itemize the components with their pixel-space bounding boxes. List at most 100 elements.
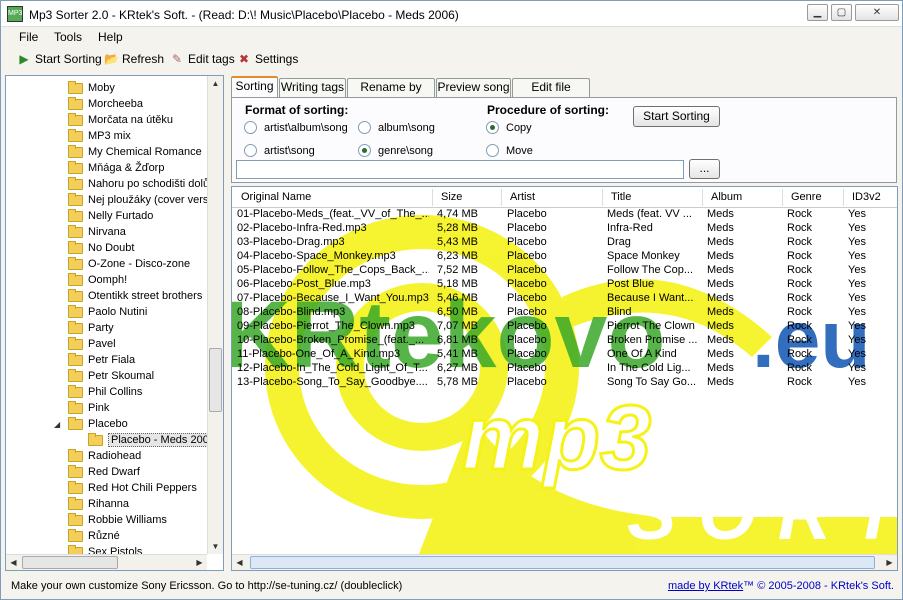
format-radio-album-song[interactable]: album\song xyxy=(358,121,435,134)
column-header-album[interactable]: Album xyxy=(711,191,742,203)
table-row[interactable]: 06-Placebo-Post_Blue.mp3 5,18 MB Placebo Po… xyxy=(232,278,897,292)
tree-item[interactable]: Nahoru po schodišti dolů xyxy=(68,176,209,192)
column-header-artist[interactable]: Artist xyxy=(510,191,535,203)
tab-edit-file-names[interactable]: Edit file names xyxy=(512,78,590,111)
browse-button[interactable]: ... xyxy=(689,159,720,179)
menu-file[interactable]: File xyxy=(19,30,38,44)
tab-writing-tags[interactable]: Writing tags xyxy=(279,78,346,97)
file-list[interactable]: KRtekovo .eu mp3 SORT Original Name Size… xyxy=(231,186,898,571)
tree-item[interactable]: Rihanna xyxy=(68,496,129,512)
file-list-horizontal-scrollbar[interactable]: ◀ ▶ xyxy=(232,554,897,570)
table-row[interactable]: 11-Placebo-One_Of_A_Kind.mp3 5,41 MB Place… xyxy=(232,348,897,362)
tree-item[interactable]: Pink xyxy=(68,400,109,416)
column-header-original-name[interactable]: Original Name xyxy=(241,191,311,203)
tree-item[interactable]: Phil Collins xyxy=(68,384,142,400)
table-row[interactable]: 12-Placebo-In_The_Cold_Light_Of_T... 6,27… xyxy=(232,362,897,376)
column-divider[interactable] xyxy=(602,189,603,206)
tab-preview-song[interactable]: Preview song xyxy=(436,78,511,97)
tree-item-selected[interactable]: Placebo - Meds 2006 xyxy=(88,432,218,448)
scroll-left-icon[interactable]: ◀ xyxy=(6,555,21,570)
column-divider[interactable] xyxy=(782,189,783,206)
tree-item[interactable]: Pavel xyxy=(68,336,116,352)
tree-item[interactable]: Morcheeba xyxy=(68,96,143,112)
tree-item[interactable]: MP3 mix xyxy=(68,128,131,144)
scroll-thumb[interactable] xyxy=(22,556,118,569)
tab-rename-by-tags[interactable]: Rename by tags xyxy=(347,78,435,111)
table-row[interactable]: 07-Placebo-Because_I_Want_You.mp3 5,46 MB… xyxy=(232,292,897,306)
cell-album: Meds xyxy=(707,320,734,332)
table-row[interactable]: 05-Placebo-Follow_The_Cops_Back_... 7,52 … xyxy=(232,264,897,278)
tree-item[interactable]: Různé xyxy=(68,528,120,544)
column-divider[interactable] xyxy=(702,189,703,206)
scroll-up-icon[interactable]: ▲ xyxy=(208,76,223,91)
tree-item[interactable]: Red Hot Chili Peppers xyxy=(68,480,197,496)
format-radio-genre-song[interactable]: genre\song xyxy=(358,144,433,157)
scroll-thumb[interactable] xyxy=(209,348,222,412)
column-header-id3v2[interactable]: ID3v2 xyxy=(852,191,881,203)
tree-item[interactable]: My Chemical Romance xyxy=(68,144,202,160)
tree-item[interactable]: Red Dwarf xyxy=(68,464,140,480)
maximize-button[interactable]: ▢ xyxy=(831,4,852,21)
tree-item[interactable]: Nej ploužáky (cover vers xyxy=(68,192,208,208)
column-divider[interactable] xyxy=(501,189,502,206)
tree-item[interactable]: Nirvana xyxy=(68,224,126,240)
tree-item[interactable]: Moby xyxy=(68,80,115,96)
scroll-left-icon[interactable]: ◀ xyxy=(232,555,247,570)
tree-item[interactable]: Robbie Williams xyxy=(68,512,167,528)
column-header-genre[interactable]: Genre xyxy=(791,191,822,203)
destination-path-input[interactable] xyxy=(236,160,684,179)
menu-tools[interactable]: Tools xyxy=(54,30,82,44)
table-row[interactable]: 08-Placebo-Blind.mp3 6,50 MB Placebo Blind M… xyxy=(232,306,897,320)
close-button[interactable]: ✕ xyxy=(855,4,899,21)
table-row[interactable]: 02-Placebo-Infra-Red.mp3 5,28 MB Placebo In… xyxy=(232,222,897,236)
tree-vertical-scrollbar[interactable]: ▲ ▼ xyxy=(207,76,223,554)
author-link[interactable]: made by KRtek xyxy=(668,580,743,592)
status-message[interactable]: Make your own customize Sony Ericsson. G… xyxy=(11,580,402,592)
column-divider[interactable] xyxy=(432,189,433,206)
minimize-button[interactable]: ▁ xyxy=(807,4,828,21)
format-radio-artist-song[interactable]: artist\song xyxy=(244,144,315,157)
table-row[interactable]: 01-Placebo-Meds_(feat._VV_of_The_... 4,74… xyxy=(232,208,897,222)
edit-tags-button[interactable]: ✎ Edit tags xyxy=(170,52,235,66)
tree-item[interactable]: Morčata na útěku xyxy=(68,112,173,128)
tree-collapse-icon[interactable]: ◢ xyxy=(54,420,60,429)
tree-item[interactable]: O-Zone - Disco-zone xyxy=(68,256,190,272)
table-row[interactable]: 13-Placebo-Song_To_Say_Goodbye.... 5,78 M… xyxy=(232,376,897,390)
tree-item[interactable]: Party xyxy=(68,320,114,336)
tree-item[interactable]: Otentikk street brothers xyxy=(68,288,202,304)
column-header-title[interactable]: Title xyxy=(611,191,631,203)
cell-original-name: 07-Placebo-Because_I_Want_You.mp3 xyxy=(237,292,429,304)
cell-title: One Of A Kind xyxy=(607,348,677,360)
tree-item[interactable]: Nelly Furtado xyxy=(68,208,153,224)
scroll-thumb[interactable] xyxy=(250,556,875,569)
table-row[interactable]: 09-Placebo-Pierrot_The_Clown.mp3 7,07 MB P… xyxy=(232,320,897,334)
start-sorting-toolbar-button[interactable]: ▶ Start Sorting xyxy=(17,52,101,66)
tree-item[interactable]: Petr Skoumal xyxy=(68,368,154,384)
tree-horizontal-scrollbar[interactable]: ◀ ▶ xyxy=(6,554,207,570)
tree-item[interactable]: Petr Fiala xyxy=(68,352,135,368)
table-row[interactable]: 03-Placebo-Drag.mp3 5,43 MB Placebo Drag Med… xyxy=(232,236,897,250)
folder-tree[interactable]: Moby Morcheeba Morčata na útěku MP3 mix My C… xyxy=(5,75,224,571)
refresh-button[interactable]: 📂 Refresh xyxy=(104,52,164,66)
scroll-down-icon[interactable]: ▼ xyxy=(208,539,223,554)
column-divider[interactable] xyxy=(843,189,844,206)
tree-item[interactable]: Radiohead xyxy=(68,448,141,464)
menu-help[interactable]: Help xyxy=(98,30,123,44)
settings-button[interactable]: ✖ Settings xyxy=(237,52,298,66)
tab-sorting[interactable]: Sorting xyxy=(231,76,278,98)
play-icon: ▶ xyxy=(19,52,29,66)
start-sorting-button[interactable]: Start Sorting xyxy=(633,106,720,127)
tree-item[interactable]: No Doubt xyxy=(68,240,134,256)
table-row[interactable]: 10-Placebo-Broken_Promise_(feat._... 6,81… xyxy=(232,334,897,348)
tree-item[interactable]: ◢ Placebo xyxy=(54,416,128,432)
table-row[interactable]: 04-Placebo-Space_Monkey.mp3 6,23 MB Placeb… xyxy=(232,250,897,264)
scroll-right-icon[interactable]: ▶ xyxy=(882,555,897,570)
tree-item[interactable]: Oomph! xyxy=(68,272,127,288)
tree-item[interactable]: Paolo Nutini xyxy=(68,304,147,320)
procedure-radio-copy[interactable]: Copy xyxy=(486,121,532,134)
procedure-radio-move[interactable]: Move xyxy=(486,144,533,157)
column-header-size[interactable]: Size xyxy=(441,191,462,203)
tree-item[interactable]: Mňága & Žďorp xyxy=(68,160,164,176)
format-radio-artist-album-song[interactable]: artist\album\song xyxy=(244,121,348,134)
scroll-right-icon[interactable]: ▶ xyxy=(192,555,207,570)
